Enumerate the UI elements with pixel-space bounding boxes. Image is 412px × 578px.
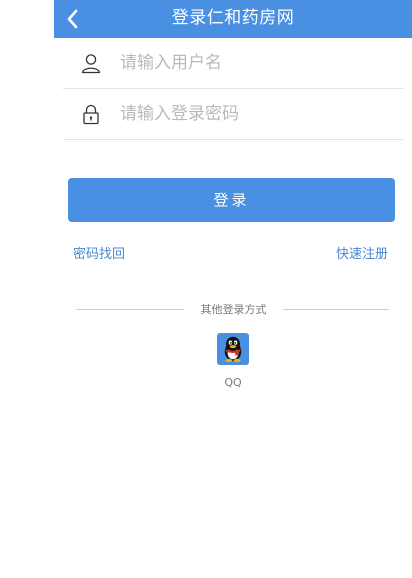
password-row (63, 89, 403, 140)
forgot-password-link[interactable]: 密码找回 (73, 243, 125, 262)
login-button[interactable]: 登录 (68, 178, 395, 222)
divider-line-left (76, 309, 184, 310)
qq-icon (217, 333, 249, 365)
divider-line-right (283, 309, 389, 310)
lock-icon (83, 104, 99, 125)
page-title: 登录仁和药房网 (171, 8, 295, 28)
register-link[interactable]: 快速注册 (336, 243, 388, 262)
qq-login-button[interactable] (217, 333, 249, 365)
user-icon (81, 54, 101, 74)
username-row (63, 38, 403, 89)
login-page: 登录仁和药房网 登录 密码找回 快速注册 其他登录方式 (54, 0, 412, 578)
username-input[interactable] (120, 48, 390, 78)
password-input[interactable] (120, 99, 390, 129)
other-login-title: 其他登录方式 (200, 303, 267, 316)
top-bar: 登录仁和药房网 (54, 0, 412, 38)
qq-login-label: QQ (224, 376, 242, 389)
